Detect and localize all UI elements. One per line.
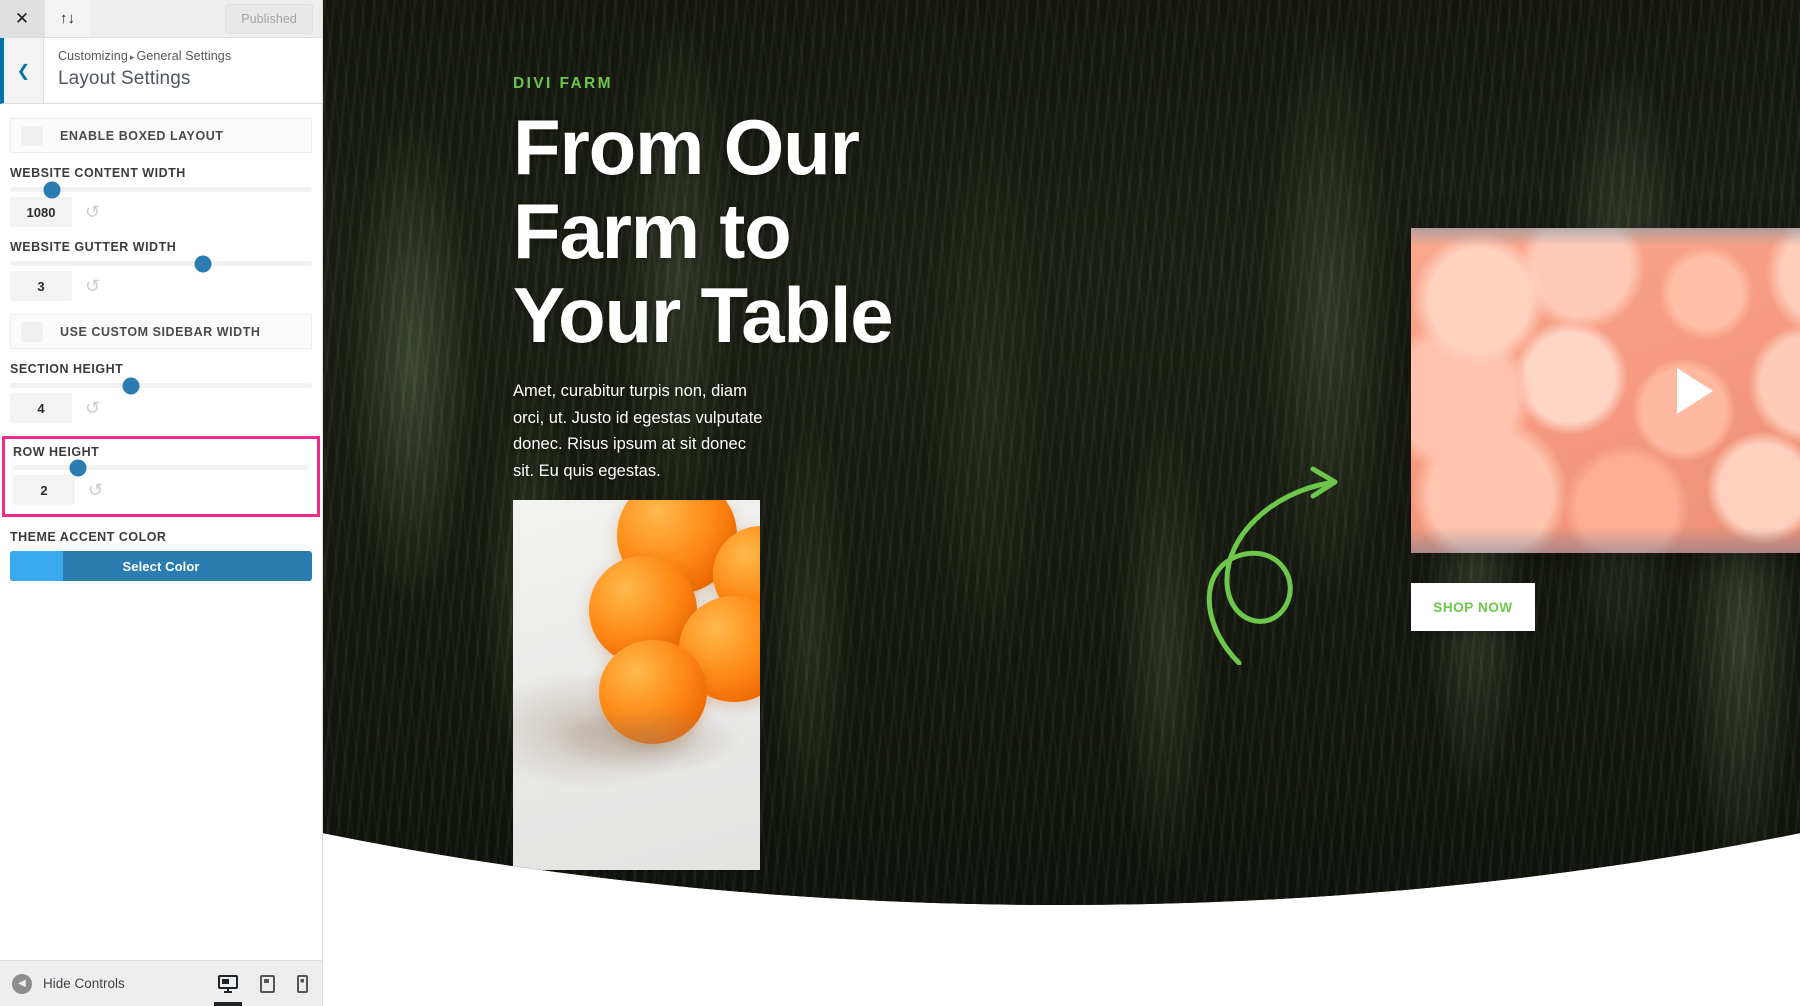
slider-knob[interactable] [122,377,140,394]
device-preview-switcher [218,974,322,993]
value-row: 2 ↻ [13,475,309,505]
toggle-row[interactable]: USE CUSTOM SIDEBAR WIDTH [10,314,312,349]
control-label: ROW HEIGHT [13,445,100,459]
reset-icon[interactable]: ↻ [85,398,100,418]
control-website-gutter-width: WEBSITE GUTTER WIDTH 3 ↻ [10,240,312,301]
slider-section-height[interactable] [10,377,312,394]
control-row-height: ROW HEIGHT 2 ↻ [13,445,309,505]
play-icon[interactable] [1677,367,1713,414]
control-label: WEBSITE CONTENT WIDTH [10,166,186,180]
hide-controls-button[interactable]: ◀ Hide Controls [0,973,125,994]
slider-knob[interactable] [194,255,212,272]
control-enable-boxed-layout: ENABLE BOXED LAYOUT [10,118,312,153]
slider-website-content-width[interactable] [10,181,312,198]
reset-icon[interactable]: ↻ [88,480,103,500]
control-theme-accent-color: THEME ACCENT COLOR Select Color [10,530,312,581]
site-preview: DIVI FARM From Our Farm to Your Table Am… [323,0,1800,1006]
hero-section: DIVI FARM From Our Farm to Your Table Am… [323,0,1800,905]
hide-controls-label: Hide Controls [43,976,125,991]
customizer-panel: ✕ ↑↓ Published ❮ Customizing ▸ General Set… [0,0,323,1006]
value-input-section-height[interactable]: 4 [10,393,72,423]
header-titles: Customizing ▸ General Settings Layout Sett… [44,38,231,103]
customizer-topbar: ✕ ↑↓ Published [0,0,322,38]
collapse-expand-icon[interactable]: ↑↓ [45,0,90,37]
slider-knob[interactable] [69,459,87,476]
slider-website-gutter-width[interactable] [10,255,312,272]
reset-icon[interactable]: ↻ [85,276,100,296]
customizer-controls: ENABLE BOXED LAYOUT WEBSITE CONTENT WIDT… [0,104,322,960]
breadcrumb: Customizing ▸ General Settings [58,48,231,66]
hero-paragraph: Amet, curabitur turpis non, diam orci, u… [513,382,763,481]
desktop-preview-icon[interactable] [218,974,238,993]
breadcrumb-root[interactable]: Customizing [58,49,128,63]
select-color-button[interactable]: Select Color [10,551,312,581]
breadcrumb-separator-icon: ▸ [129,52,135,62]
value-input-website-content-width[interactable]: 1080 [10,197,72,227]
page-title: From Our Farm to Your Table [513,103,894,360]
control-label: THEME ACCENT COLOR [10,530,167,544]
shop-now-button[interactable]: SHOP NOW [1411,583,1535,631]
control-label: ENABLE BOXED LAYOUT [60,128,224,143]
slider-knob[interactable] [43,181,61,198]
tablet-preview-icon[interactable] [260,974,275,993]
customizer-app: ✕ ↑↓ Published ❮ Customizing ▸ General Set… [0,0,1800,1006]
value-row: 1080 ↻ [10,197,312,227]
control-label: SECTION HEIGHT [10,362,124,376]
value-input-website-gutter-width[interactable]: 3 [10,271,72,301]
checkbox-enable-boxed-layout[interactable] [21,125,43,146]
chevron-left-icon[interactable]: ❮ [4,38,44,103]
toggle-row[interactable]: ENABLE BOXED LAYOUT [10,118,312,153]
control-label: USE CUSTOM SIDEBAR WIDTH [60,324,261,339]
page-title: Layout Settings [58,67,191,89]
customizer-section-header: ❮ Customizing ▸ General Settings Layout Se… [0,38,322,104]
peaches-video-thumbnail [1411,228,1800,553]
control-use-custom-sidebar-width: USE CUSTOM SIDEBAR WIDTH [10,314,312,349]
breadcrumb-parent[interactable]: General Settings [137,49,232,63]
publish-button[interactable]: Published [225,3,313,34]
hero-eyebrow: DIVI FARM [513,75,613,92]
select-color-label: Select Color [122,558,200,574]
reset-icon[interactable]: ↻ [85,202,100,222]
control-label: WEBSITE GUTTER WIDTH [10,240,177,254]
mobile-preview-icon[interactable] [297,974,308,993]
slider-row-height[interactable] [13,459,309,476]
video-player-card[interactable] [1411,228,1800,553]
control-section-height: SECTION HEIGHT 4 ↻ [10,362,312,423]
value-row: 3 ↻ [10,271,312,301]
highlight-outline-row-height: ROW HEIGHT 2 ↻ [2,436,320,517]
value-row: 4 ↻ [10,393,312,423]
control-website-content-width: WEBSITE CONTENT WIDTH 1080 ↻ [10,166,312,227]
value-input-row-height[interactable]: 2 [13,475,75,505]
curly-arrow-icon [1193,455,1353,670]
oranges-photo [513,500,760,870]
chevron-left-circle-icon: ◀ [12,973,32,994]
hero-content: DIVI FARM From Our Farm to Your Table Am… [323,0,1800,905]
customizer-bottom-bar: ◀ Hide Controls [0,960,322,1006]
checkbox-use-custom-sidebar-width[interactable] [21,321,43,342]
close-icon[interactable]: ✕ [0,0,45,37]
